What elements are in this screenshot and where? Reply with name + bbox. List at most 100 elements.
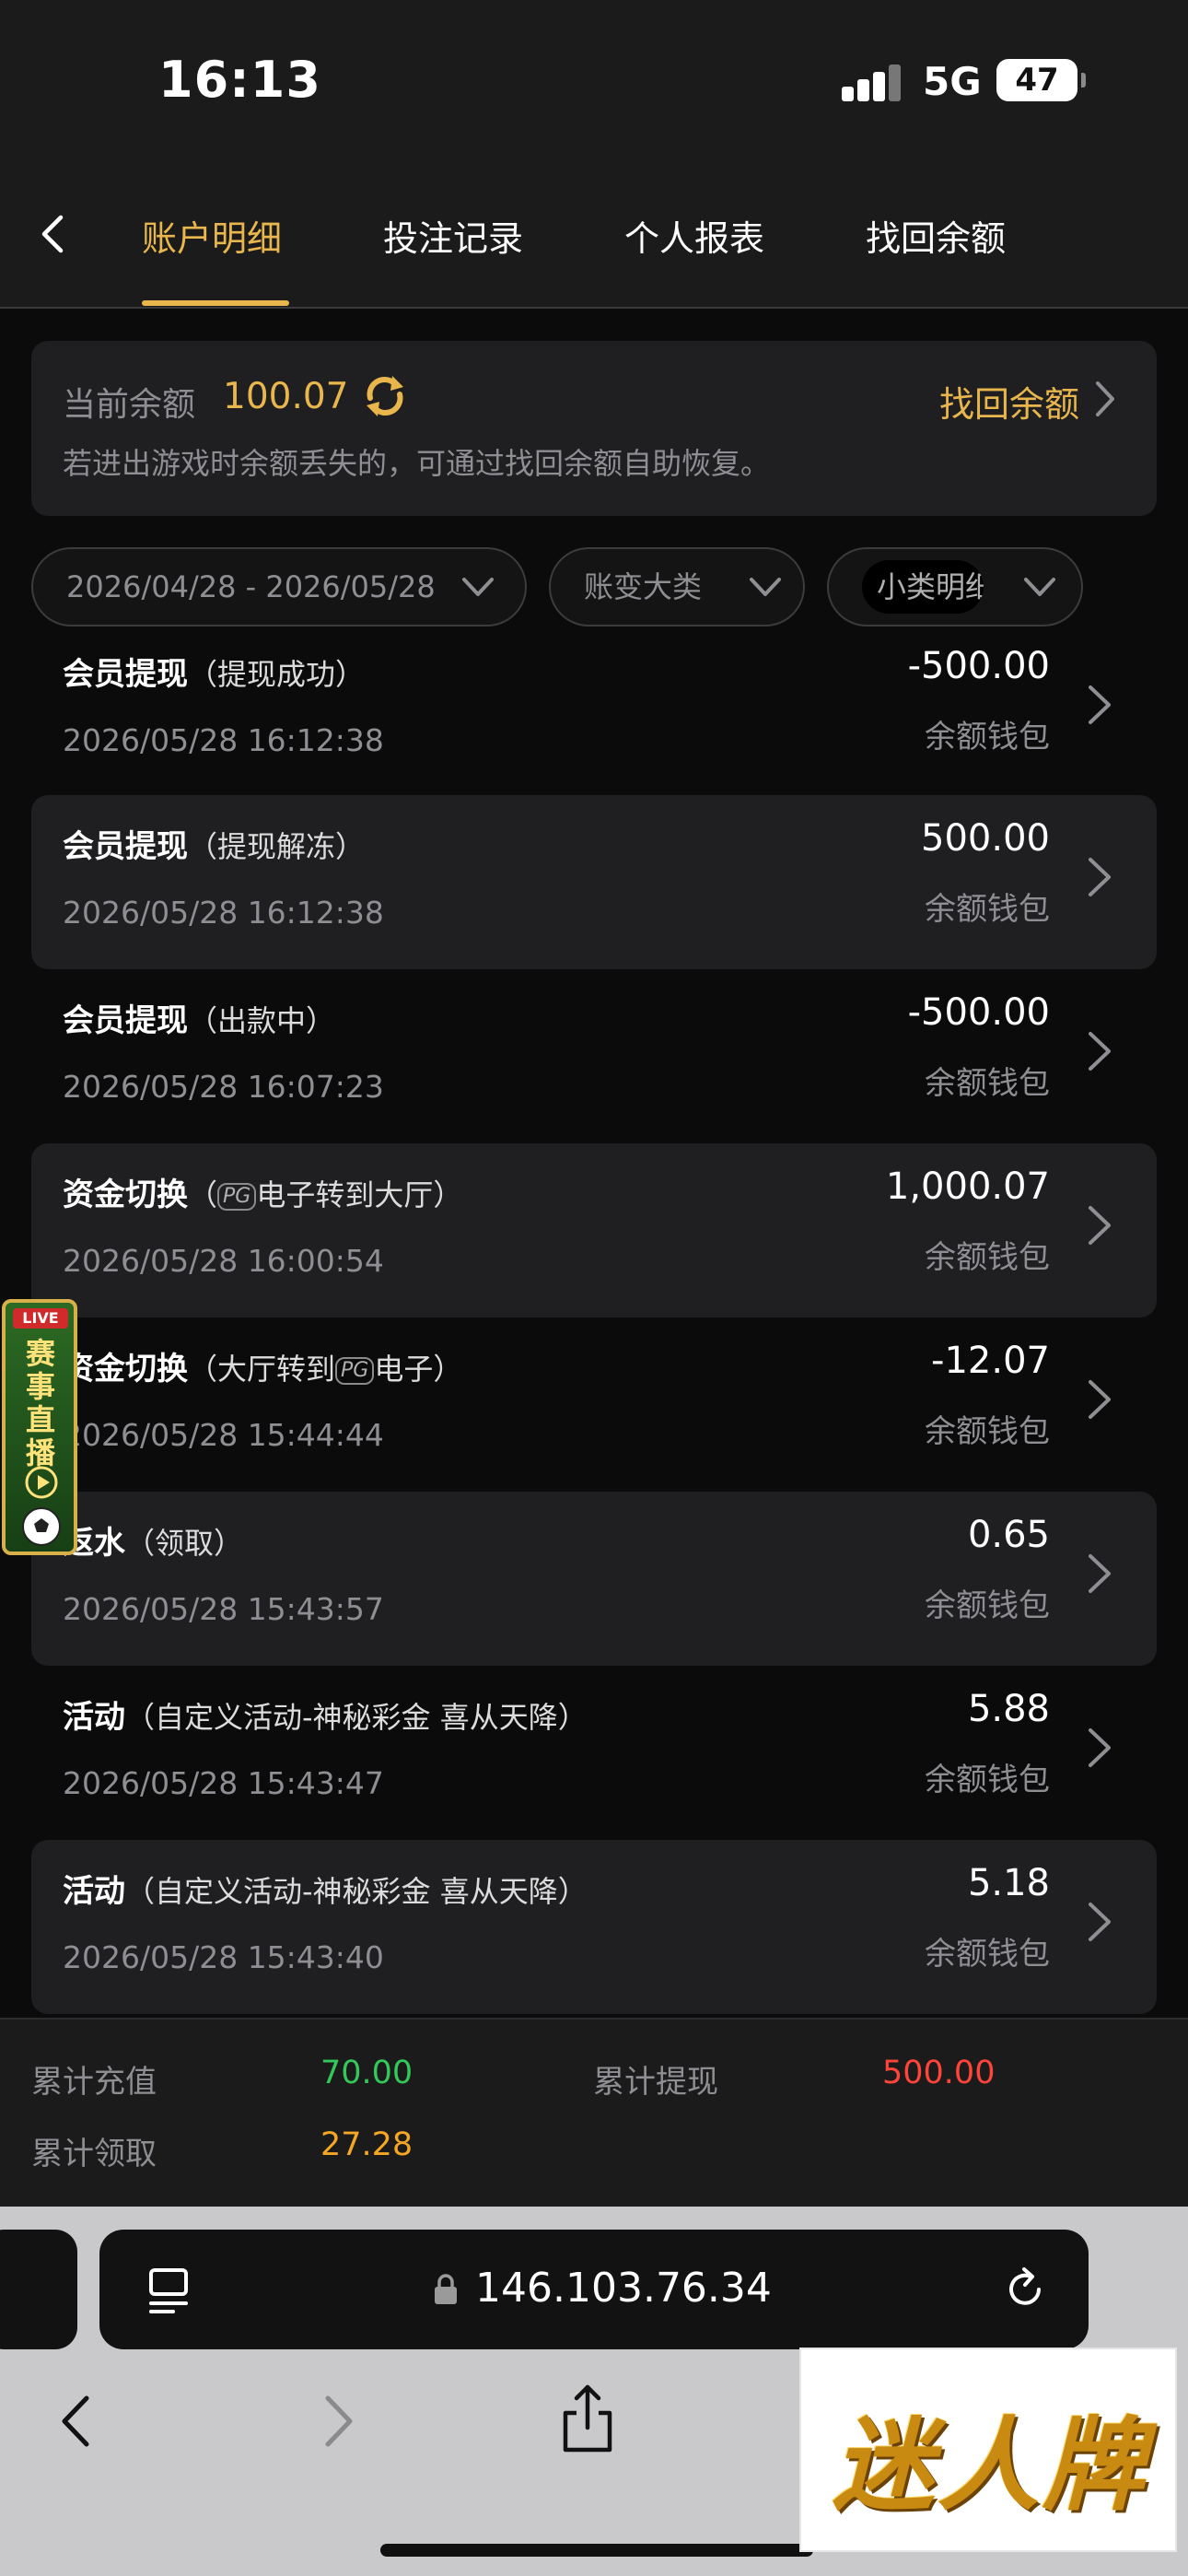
transaction-amount: -12.07 bbox=[931, 1340, 1050, 1382]
transaction-time: 2026/05/28 16:12:38 bbox=[63, 722, 384, 758]
balance-tip: 若进出游戏时余额丢失的，可通过找回余额自助恢复。 bbox=[63, 446, 771, 481]
share-icon[interactable] bbox=[558, 2382, 617, 2455]
category-value: 账变大类 bbox=[584, 569, 703, 604]
transaction-wallet: 余额钱包 bbox=[925, 1065, 1050, 1102]
battery-icon: 47 bbox=[996, 59, 1086, 101]
reload-icon[interactable] bbox=[1000, 2265, 1050, 2314]
total-claim-value: 27.28 bbox=[320, 2126, 413, 2163]
transaction-time: 2026/05/28 16:07:23 bbox=[63, 1069, 384, 1105]
back-arrow-icon[interactable] bbox=[28, 208, 79, 260]
active-tab-indicator bbox=[142, 300, 289, 306]
chevron-down-icon bbox=[750, 578, 781, 596]
transaction-row[interactable]: 资金切换（ PG 电子转到大厅） 2026/05/28 16:00:54 1,000… bbox=[31, 1143, 1157, 1317]
signal-icon bbox=[842, 64, 903, 101]
transaction-row[interactable]: 会员提现（提现成功） 2026/05/28 16:12:38 -500.00 余… bbox=[31, 623, 1157, 797]
transaction-row[interactable]: 活动（自定义活动-神秘彩金 喜从天降） 2026/05/28 15:43:40 … bbox=[31, 1840, 1157, 2014]
transaction-title: 活动（自定义活动-神秘彩金 喜从天降） bbox=[63, 1699, 588, 1736]
transaction-amount: -500.00 bbox=[907, 991, 1050, 1034]
chevron-right-icon bbox=[1089, 1206, 1111, 1245]
subcategory-value: 小类明细 bbox=[862, 560, 984, 614]
transaction-title: 活动（自定义活动-神秘彩金 喜从天降） bbox=[63, 1873, 588, 1910]
total-withdraw-value: 500.00 bbox=[882, 2055, 996, 2091]
chevron-right-icon bbox=[1089, 858, 1111, 896]
transaction-wallet: 余额钱包 bbox=[925, 1936, 1050, 1973]
transaction-amount: 0.65 bbox=[967, 1514, 1050, 1556]
transaction-amount: 5.18 bbox=[967, 1862, 1050, 1904]
chevron-right-icon bbox=[1089, 1728, 1111, 1767]
transaction-time: 2026/05/28 15:43:40 bbox=[63, 1939, 384, 1975]
transaction-title: 会员提现（提现成功） bbox=[63, 656, 366, 693]
transaction-row[interactable]: 会员提现（出款中） 2026/05/28 16:07:23 -500.00 余额… bbox=[31, 969, 1157, 1143]
chevron-right-icon bbox=[1089, 1032, 1111, 1071]
refresh-icon[interactable] bbox=[359, 370, 411, 422]
live-events-badge[interactable]: LIVE 赛 事 直 播 bbox=[2, 1299, 77, 1555]
total-deposit-label: 累计充值 bbox=[31, 2064, 157, 2101]
watermark-logo-text: 迷人牌 bbox=[833, 2406, 1147, 2524]
total-withdraw-label: 累计提现 bbox=[593, 2064, 718, 2101]
transaction-amount: -500.00 bbox=[907, 645, 1050, 687]
transaction-wallet: 余额钱包 bbox=[925, 1413, 1050, 1450]
transaction-row[interactable]: 活动（自定义活动-神秘彩金 喜从天降） 2026/05/28 15:43:47 … bbox=[31, 1666, 1157, 1840]
total-claim-label: 累计领取 bbox=[31, 2136, 157, 2172]
chevron-right-icon bbox=[1089, 685, 1111, 724]
balance-value: 100.07 bbox=[223, 376, 349, 417]
nav-tabs: 账户明细 投注记录 个人报表 找回余额 bbox=[0, 175, 1188, 309]
date-range-value: 2026/04/28 - 2026/05/28 bbox=[66, 569, 436, 604]
transaction-wallet: 余额钱包 bbox=[925, 891, 1050, 928]
tab-personal-report[interactable]: 个人报表 bbox=[624, 210, 764, 261]
transaction-title: 返水（领取） bbox=[63, 1525, 244, 1562]
transaction-amount: 500.00 bbox=[921, 817, 1050, 860]
chevron-right-icon bbox=[1089, 1380, 1111, 1419]
chevron-down-icon bbox=[1024, 578, 1055, 596]
transaction-title: 会员提现（提现解冻） bbox=[63, 828, 366, 865]
pg-logo-icon: PG bbox=[335, 1356, 375, 1385]
soccer-ball-icon bbox=[22, 1507, 61, 1546]
play-icon bbox=[25, 1466, 58, 1499]
summary-panel: 累计充值 70.00 累计提现 500.00 累计领取 27.28 bbox=[0, 2018, 1188, 2207]
battery-level: 47 bbox=[1015, 62, 1059, 99]
balance-label: 当前余额 bbox=[63, 386, 196, 424]
transaction-row[interactable]: 资金切换（大厅转到 PG 电子） 2026/05/28 15:44:44 -12.0… bbox=[31, 1317, 1157, 1492]
transaction-row[interactable]: 会员提现（提现解冻） 2026/05/28 16:12:38 500.00 余额… bbox=[31, 795, 1157, 969]
pg-logo-icon: PG bbox=[217, 1182, 257, 1211]
balance-card: 当前余额 100.07 找回余额 若进出游戏时余额丢失的，可通过找回余额自助恢复… bbox=[31, 341, 1157, 516]
transaction-time: 2026/05/28 16:12:38 bbox=[63, 895, 384, 931]
transaction-time: 2026/05/28 15:44:44 bbox=[63, 1417, 384, 1453]
watermark-logo: 迷人牌 bbox=[799, 2348, 1177, 2552]
transaction-wallet: 余额钱包 bbox=[925, 1587, 1050, 1624]
transaction-time: 2026/05/28 16:00:54 bbox=[63, 1243, 384, 1279]
total-deposit-value: 70.00 bbox=[320, 2055, 413, 2091]
browser-back-icon[interactable] bbox=[55, 2391, 98, 2452]
chevron-right-icon bbox=[1089, 1903, 1111, 1941]
chevron-right-icon bbox=[1089, 1554, 1111, 1593]
address-bar[interactable]: 146.103.76.34 bbox=[99, 2230, 1089, 2349]
subcategory-filter[interactable]: 小类明细 bbox=[827, 547, 1083, 626]
transaction-wallet: 余额钱包 bbox=[925, 719, 1050, 755]
transaction-amount: 5.88 bbox=[967, 1688, 1050, 1730]
live-tag: LIVE bbox=[13, 1308, 68, 1329]
previous-tab[interactable] bbox=[0, 2230, 77, 2349]
status-time: 16:13 bbox=[158, 51, 321, 109]
transaction-time: 2026/05/28 15:43:47 bbox=[63, 1765, 384, 1801]
transaction-wallet: 余额钱包 bbox=[925, 1762, 1050, 1798]
status-bar: 16:13 5G 47 bbox=[0, 0, 1188, 175]
chevron-down-icon bbox=[462, 578, 494, 596]
tab-recover-balance[interactable]: 找回余额 bbox=[866, 210, 1006, 261]
browser-forward-icon[interactable] bbox=[317, 2391, 359, 2452]
transaction-title: 会员提现（出款中） bbox=[63, 1002, 336, 1039]
chevron-right-icon[interactable] bbox=[1090, 378, 1120, 420]
tab-account-details[interactable]: 账户明细 bbox=[142, 210, 282, 261]
recover-balance-link[interactable]: 找回余额 bbox=[939, 376, 1079, 427]
tab-bet-records[interactable]: 投注记录 bbox=[383, 210, 523, 261]
transaction-row[interactable]: 返水（领取） 2026/05/28 15:43:57 0.65 余额钱包 bbox=[31, 1492, 1157, 1666]
transaction-title: 资金切换（ PG 电子转到大厅） bbox=[63, 1177, 463, 1213]
date-range-filter[interactable]: 2026/04/28 - 2026/05/28 bbox=[31, 547, 527, 626]
home-indicator bbox=[380, 2544, 813, 2557]
category-filter[interactable]: 账变大类 bbox=[549, 547, 805, 626]
page-menu-icon[interactable] bbox=[146, 2265, 193, 2316]
network-type: 5G bbox=[923, 59, 982, 104]
transaction-amount: 1,000.07 bbox=[885, 1165, 1050, 1208]
transaction-wallet: 余额钱包 bbox=[925, 1239, 1050, 1276]
transaction-time: 2026/05/28 15:43:57 bbox=[63, 1591, 384, 1627]
transaction-title: 资金切换（大厅转到 PG 电子） bbox=[63, 1351, 463, 1388]
